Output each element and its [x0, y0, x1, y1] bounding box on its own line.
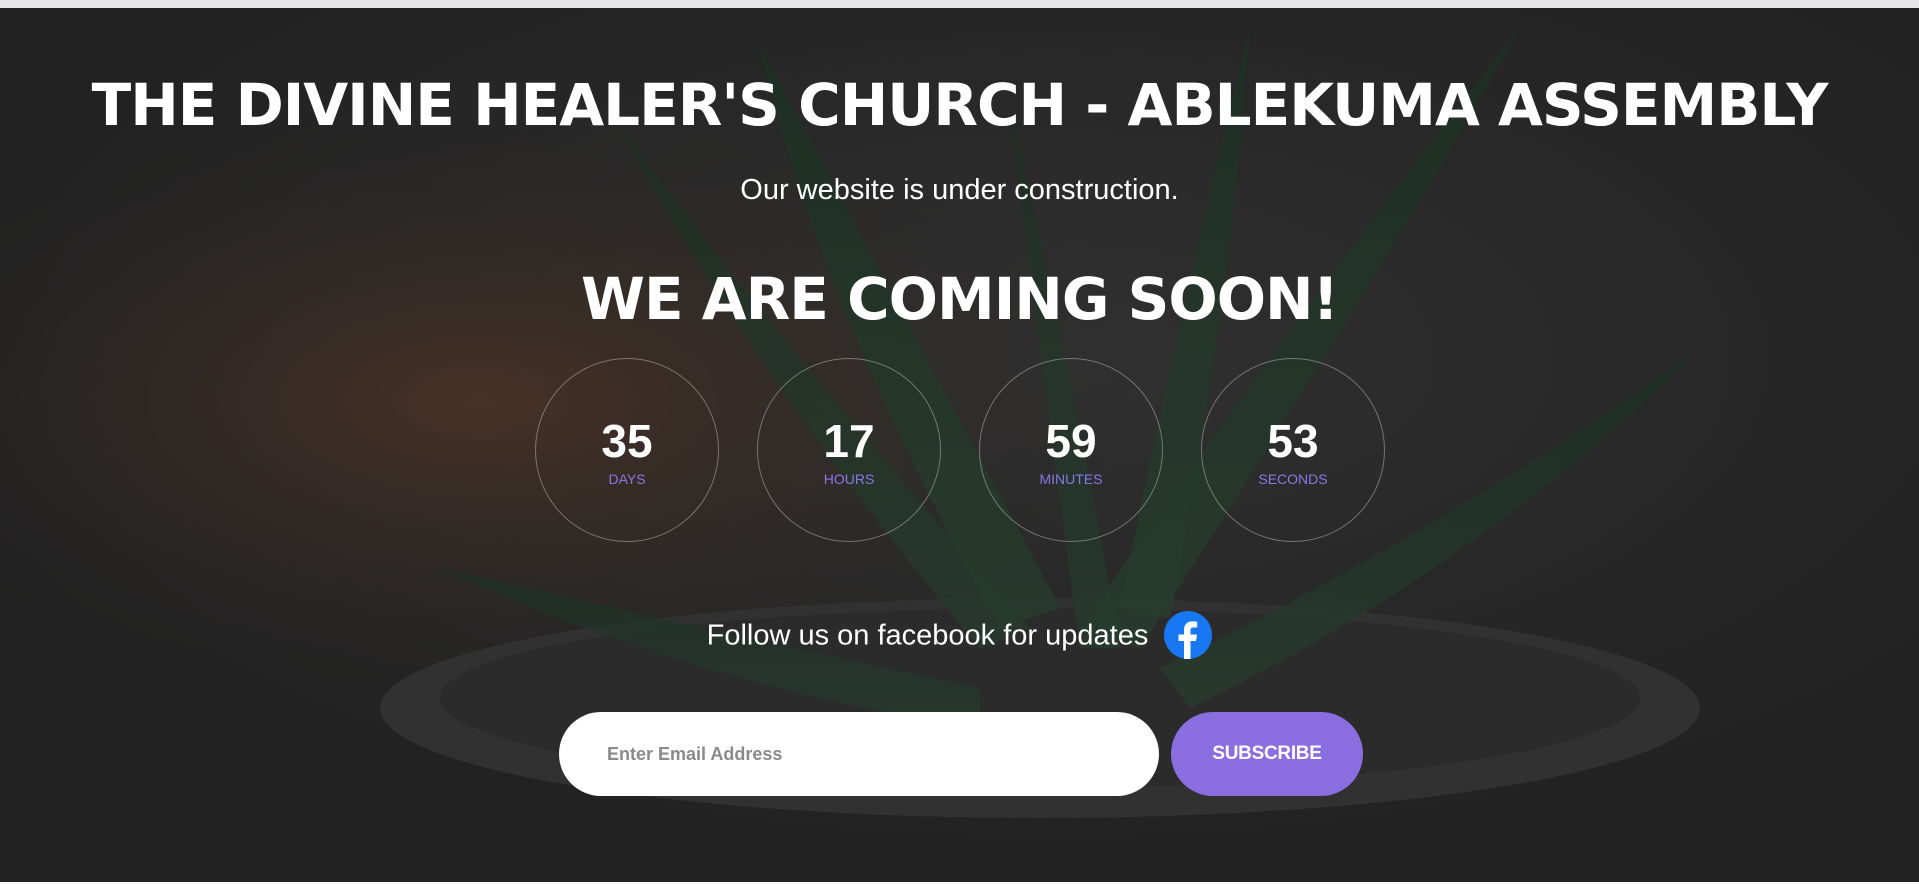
countdown-seconds: 53 SECONDS	[1201, 358, 1385, 542]
countdown-minutes-label: MINUTES	[1039, 471, 1103, 487]
facebook-icon[interactable]	[1164, 611, 1213, 660]
countdown-minutes-value: 59	[1045, 415, 1097, 467]
countdown-hours-value: 17	[823, 415, 875, 467]
countdown-seconds-value: 53	[1267, 415, 1319, 467]
construction-subtitle: Our website is under construction.	[740, 174, 1179, 206]
email-input[interactable]	[559, 712, 1159, 796]
subscribe-button[interactable]: SUBSCRIBE	[1171, 712, 1363, 796]
countdown-days-value: 35	[601, 415, 653, 467]
hero-section: THE DIVINE HEALER'S CHURCH - ABLEKUMA AS…	[0, 8, 1919, 882]
content-area: THE DIVINE HEALER'S CHURCH - ABLEKUMA AS…	[0, 8, 1919, 882]
countdown-minutes: 59 MINUTES	[979, 358, 1163, 542]
coming-soon-headline: WE ARE COMING SOON!	[580, 265, 1339, 333]
facebook-follow-row: Follow us on facebook for updates	[0, 606, 1919, 663]
countdown-hours-label: HOURS	[823, 471, 875, 487]
countdown-seconds-label: SECONDS	[1258, 471, 1328, 487]
browser-top-strip	[0, 0, 1919, 8]
page-title: THE DIVINE HEALER'S CHURCH - ABLEKUMA AS…	[91, 71, 1829, 139]
countdown-days-label: DAYS	[608, 471, 646, 487]
follow-text: Follow us on facebook for updates	[706, 619, 1149, 652]
countdown-hours: 17 HOURS	[757, 358, 941, 542]
countdown-days: 35 DAYS	[535, 358, 719, 542]
